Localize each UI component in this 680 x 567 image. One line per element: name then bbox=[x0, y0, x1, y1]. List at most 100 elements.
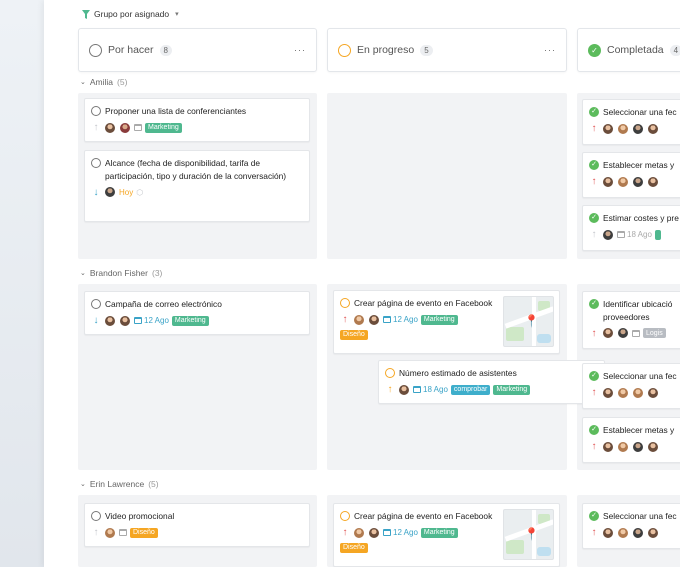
map-thumbnail[interactable]: 📍 bbox=[503, 296, 554, 347]
completed-check-icon[interactable]: ✓ bbox=[589, 213, 599, 223]
lane-amilia-in-progress bbox=[327, 93, 567, 259]
priority-up-icon[interactable]: ↑ bbox=[91, 122, 101, 133]
column-header-in-progress[interactable]: En progreso 5 ··· bbox=[327, 28, 567, 72]
task-card[interactable]: ✓ Identificar ubicació proveedores ↑ Logis bbox=[582, 291, 680, 349]
task-card[interactable]: ✓ Establecer metas y ↑ bbox=[582, 417, 680, 463]
calendar-icon[interactable] bbox=[119, 529, 127, 536]
due-date: 18 Ago bbox=[423, 385, 448, 394]
priority-up-icon[interactable]: ↑ bbox=[589, 229, 599, 240]
task-card[interactable]: ✓ Seleccionar una fec ↑ bbox=[582, 99, 680, 145]
task-card[interactable]: ✓ Estimar costes y pre ↑ 18 Ago bbox=[582, 205, 680, 251]
groupby-control[interactable]: Grupo por asignado ▾ bbox=[82, 9, 179, 19]
column-count: 4 bbox=[669, 44, 680, 56]
column-title: Completada bbox=[607, 44, 664, 56]
task-title-line2: proveedores bbox=[603, 311, 650, 322]
priority-up-icon[interactable]: ↑ bbox=[385, 384, 395, 395]
calendar-icon[interactable] bbox=[632, 329, 640, 337]
due-date: 12 Ago bbox=[393, 315, 418, 324]
avatar bbox=[617, 122, 629, 135]
column-header-todo[interactable]: Por hacer 8 ··· bbox=[78, 28, 317, 72]
groupby-label: Grupo por asignado bbox=[94, 9, 170, 19]
group-count: (5) bbox=[117, 77, 128, 87]
priority-down-icon[interactable]: ↓ bbox=[91, 315, 101, 326]
task-card[interactable]: ✓ Establecer metas y ↑ bbox=[582, 152, 680, 198]
avatar bbox=[647, 122, 659, 135]
priority-up-icon[interactable]: ↑ bbox=[589, 441, 599, 452]
due-date: 18 Ago bbox=[627, 230, 652, 239]
task-title: Crear página de evento en Facebook bbox=[354, 298, 493, 308]
priority-up-icon[interactable]: ↑ bbox=[589, 387, 599, 398]
tag: Marketing bbox=[171, 315, 209, 326]
tag: Logis bbox=[643, 328, 666, 338]
priority-down-icon[interactable]: ↓ bbox=[91, 187, 101, 198]
priority-up-icon[interactable]: ↑ bbox=[340, 314, 350, 325]
task-card[interactable]: ✓ Seleccionar una fec ↑ bbox=[582, 503, 680, 549]
task-card[interactable]: ✓ Seleccionar una fec ↑ bbox=[582, 363, 680, 409]
completed-check-icon[interactable]: ✓ bbox=[589, 299, 599, 309]
avatar bbox=[617, 175, 629, 188]
column-title: En progreso bbox=[357, 44, 415, 56]
avatar bbox=[398, 383, 410, 396]
task-card[interactable]: Número estimado de asistentes ↑ 18 Ago c… bbox=[378, 360, 605, 404]
priority-up-icon[interactable]: ↑ bbox=[91, 527, 101, 538]
done-status-icon: ✓ bbox=[588, 43, 601, 57]
avatar bbox=[602, 440, 614, 453]
avatar bbox=[368, 313, 380, 326]
group-header-amilia[interactable]: ⌄ Amilia (5) bbox=[80, 77, 127, 87]
task-card[interactable]: Proponer una lista de conferenciantes ↑ … bbox=[84, 98, 310, 142]
priority-up-icon[interactable]: ↑ bbox=[589, 123, 599, 134]
column-header-done[interactable]: ✓ Completada 4 bbox=[577, 28, 680, 72]
task-card[interactable]: Crear página de evento en Facebook ↑ 12 … bbox=[333, 503, 560, 567]
task-status-icon[interactable] bbox=[91, 511, 101, 521]
task-title: Alcance (fecha de disponibilidad, tarifa… bbox=[105, 158, 287, 181]
calendar-icon[interactable]: 18 Ago bbox=[413, 385, 448, 394]
avatar bbox=[104, 314, 116, 327]
avatar bbox=[119, 314, 131, 327]
completed-check-icon[interactable]: ✓ bbox=[589, 107, 599, 117]
calendar-icon[interactable]: 18 Ago bbox=[617, 230, 652, 239]
calendar-icon[interactable]: 12 Ago bbox=[383, 528, 418, 537]
completed-check-icon[interactable]: ✓ bbox=[589, 511, 599, 521]
group-header-brandon-fisher[interactable]: ⌄ Brandon Fisher (3) bbox=[80, 268, 162, 278]
more-options-icon[interactable]: ··· bbox=[294, 45, 306, 55]
task-card[interactable]: Video promocional ↑ Diseño bbox=[84, 503, 310, 547]
task-card[interactable]: Crear página de evento en Facebook ↑ 12 … bbox=[333, 290, 560, 354]
avatar bbox=[602, 175, 614, 188]
task-card[interactable]: Campaña de correo electrónico ↓ 12 Ago M… bbox=[84, 291, 310, 335]
task-status-icon[interactable] bbox=[340, 511, 350, 521]
priority-up-icon[interactable]: ↑ bbox=[589, 176, 599, 187]
completed-check-icon[interactable]: ✓ bbox=[589, 371, 599, 381]
avatar bbox=[119, 121, 131, 134]
task-title: Video promocional bbox=[105, 511, 175, 521]
tag: Diseño bbox=[130, 527, 158, 538]
task-status-icon[interactable] bbox=[91, 106, 101, 116]
more-options-icon[interactable]: ··· bbox=[544, 45, 556, 55]
task-status-icon[interactable] bbox=[91, 158, 101, 168]
group-header-erin-lawrence[interactable]: ⌄ Erin Lawrence (5) bbox=[80, 479, 159, 489]
avatar bbox=[602, 526, 614, 539]
map-pin-icon: 📍 bbox=[524, 314, 539, 328]
completed-check-icon[interactable]: ✓ bbox=[589, 160, 599, 170]
task-title: Crear página de evento en Facebook bbox=[354, 511, 493, 521]
avatar bbox=[602, 228, 614, 241]
tag: comprobar bbox=[450, 384, 491, 395]
due-date[interactable]: Hoy bbox=[119, 188, 133, 197]
calendar-icon[interactable]: 12 Ago bbox=[383, 315, 418, 324]
priority-up-icon[interactable]: ↑ bbox=[589, 527, 599, 538]
priority-up-icon[interactable]: ↑ bbox=[589, 328, 599, 339]
app-sidebar-background bbox=[0, 0, 44, 567]
column-count: 5 bbox=[420, 44, 433, 56]
priority-up-icon[interactable]: ↑ bbox=[340, 527, 350, 538]
task-status-icon[interactable] bbox=[340, 298, 350, 308]
task-card[interactable]: Alcance (fecha de disponibilidad, tarifa… bbox=[84, 150, 310, 222]
avatar bbox=[617, 526, 629, 539]
task-status-icon[interactable] bbox=[91, 299, 101, 309]
calendar-icon[interactable] bbox=[134, 124, 142, 131]
completed-check-icon[interactable]: ✓ bbox=[589, 425, 599, 435]
map-thumbnail[interactable]: 📍 bbox=[503, 509, 554, 560]
tag-icon[interactable]: ⬡ bbox=[136, 188, 143, 197]
calendar-icon[interactable]: 12 Ago bbox=[134, 316, 169, 325]
avatar bbox=[632, 386, 644, 399]
group-count: (5) bbox=[148, 479, 159, 489]
task-status-icon[interactable] bbox=[385, 368, 395, 378]
